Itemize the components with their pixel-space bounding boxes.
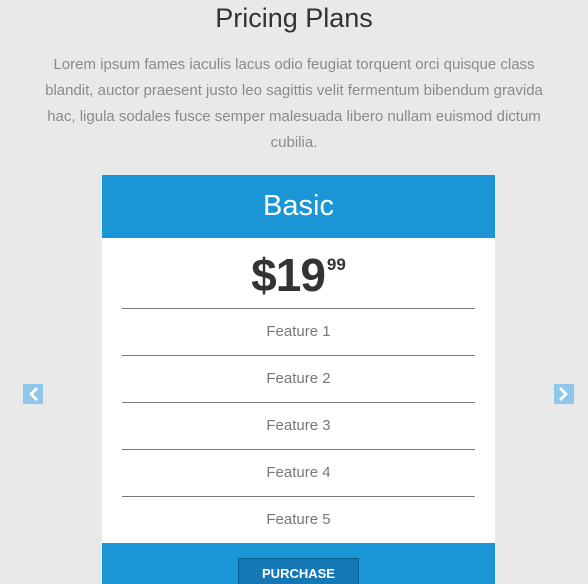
feature-item: Feature 1 xyxy=(122,308,475,355)
plan-name: Basic xyxy=(102,175,495,238)
chevron-right-icon xyxy=(554,384,574,404)
feature-item: Feature 4 xyxy=(122,449,475,496)
carousel-prev-button[interactable] xyxy=(23,384,43,404)
pricing-card-basic: Basic $19 99 Feature 1 Feature 2 Feature … xyxy=(102,175,495,584)
feature-item: Feature 3 xyxy=(122,402,475,449)
page-title: Pricing Plans xyxy=(215,3,373,33)
price-cents: 99 xyxy=(326,255,346,274)
intro-text: Lorem ipsum fames iaculis lacus odio feu… xyxy=(45,56,543,151)
card-footer: PURCHASE xyxy=(102,543,495,584)
purchase-button[interactable]: PURCHASE xyxy=(238,558,359,584)
price-dollars: $19 xyxy=(251,249,326,301)
chevron-left-icon xyxy=(23,384,43,404)
feature-item: Feature 2 xyxy=(122,355,475,402)
feature-item: Feature 5 xyxy=(122,496,475,543)
plan-price: $19 99 xyxy=(102,238,495,308)
carousel-next-button[interactable] xyxy=(554,384,574,404)
feature-list: Feature 1 Feature 2 Feature 3 Feature 4 … xyxy=(122,308,475,543)
